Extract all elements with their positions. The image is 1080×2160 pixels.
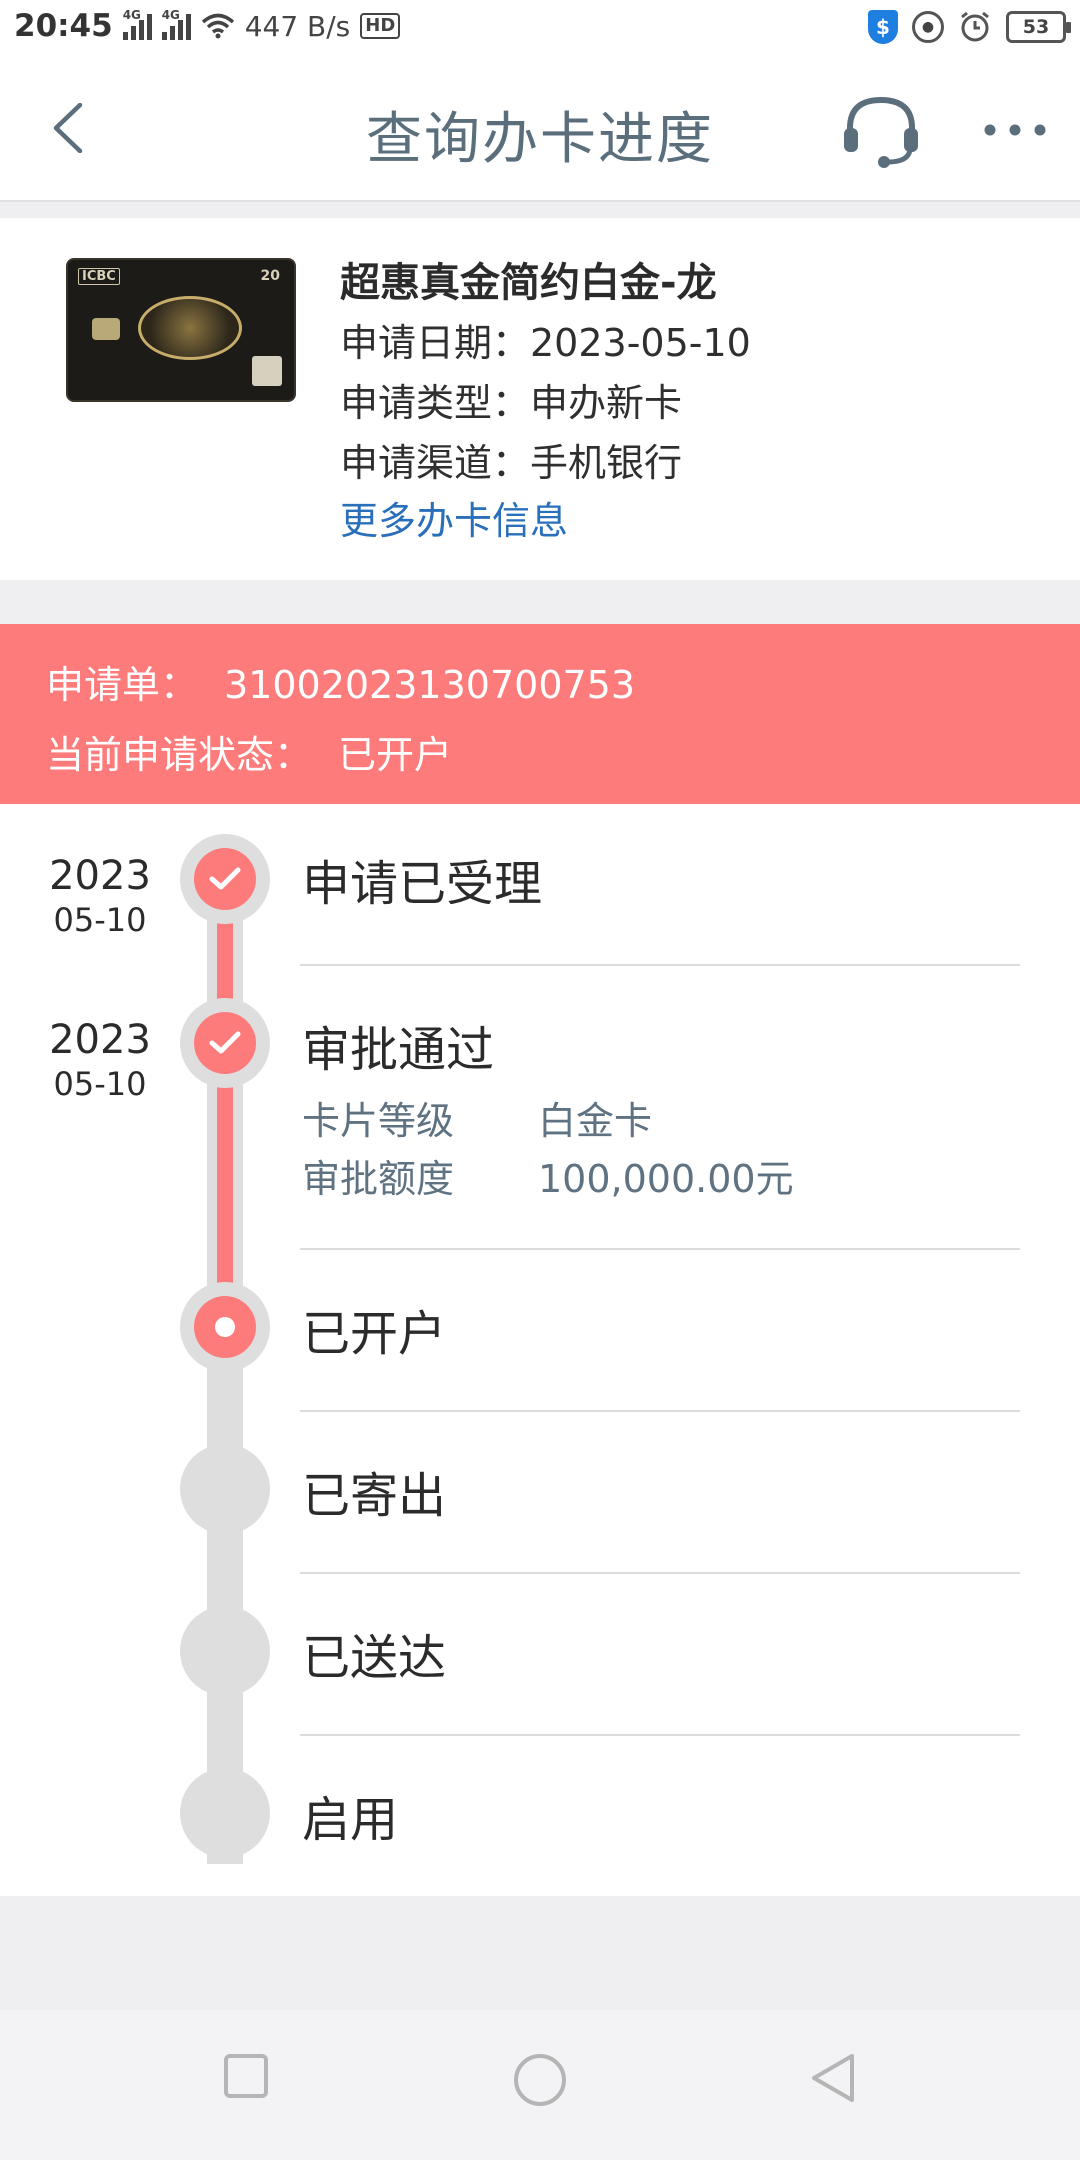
signal-icon: 4G — [161, 8, 191, 40]
step-node-pending — [180, 1444, 270, 1534]
network-type-label: 4G — [122, 8, 141, 22]
customer-service-headset-icon[interactable] — [842, 94, 920, 168]
step-divider — [300, 964, 1020, 966]
step-node-pending — [180, 1606, 270, 1696]
step-node-done — [180, 998, 270, 1088]
application-status-banner: 申请单： 31002023130700753 当前申请状态： 已开户 — [0, 624, 1080, 804]
signal-icon: 4G — [122, 8, 152, 40]
step-monthday: 05-10 — [53, 901, 147, 939]
security-shield-icon: $ — [868, 10, 898, 44]
step-title: 已开户 — [302, 1306, 447, 1362]
apply-type: 申请类型：申办新卡 — [340, 381, 683, 425]
dragon-emblem-icon — [138, 296, 242, 360]
recent-apps-icon[interactable] — [222, 2052, 270, 2100]
battery-icon: 53 — [1006, 11, 1071, 43]
status-bar: 20:45 4G 4G 447 B/s HD $ ● 53 — [0, 0, 1080, 56]
step-divider — [300, 1734, 1020, 1736]
detail-key: 卡片等级 — [302, 1099, 455, 1143]
step-divider — [300, 1248, 1020, 1250]
detail-value: 100,000.00元 — [538, 1157, 794, 1201]
card-badge: 20 — [260, 268, 280, 284]
card-info-panel: ICBC 20 超惠真金简约白金-龙 申请日期：2023-05-10 申请类型：… — [0, 218, 1080, 580]
timeline-progress-track — [217, 864, 233, 1326]
approved-limit-row: 审批额度 100,000.00元 — [302, 1148, 794, 1203]
network-speed: 447 B/s — [244, 9, 351, 43]
current-dot-icon — [215, 1317, 235, 1337]
step-title: 已寄出 — [302, 1468, 447, 1524]
step-year: 2023 — [49, 1017, 151, 1063]
application-status-row: 当前申请状态： 已开户 — [46, 724, 452, 779]
application-number-value: 31002023130700753 — [224, 663, 636, 707]
step-title: 审批通过 — [302, 1022, 495, 1078]
apply-date: 申请日期：2023-05-10 — [340, 321, 751, 365]
bank-logo-icon: ICBC — [78, 268, 120, 285]
application-number-row: 申请单： 31002023130700753 — [46, 654, 635, 709]
more-card-info-link[interactable]: 更多办卡信息 — [340, 490, 568, 545]
check-icon — [209, 867, 241, 890]
step-node-done — [180, 834, 270, 924]
step-title: 启用 — [302, 1792, 399, 1848]
hd-icon: HD — [360, 13, 401, 39]
application-status-label: 当前申请状态： — [46, 733, 313, 777]
alarm-icon — [961, 11, 989, 42]
back-triangle-icon[interactable] — [808, 2052, 858, 2104]
application-status-value: 已开户 — [338, 733, 453, 777]
lock-rotation-icon: ● — [912, 11, 944, 43]
system-navigation-bar — [0, 2010, 1080, 2160]
card-level-row: 卡片等级 白金卡 — [302, 1090, 652, 1145]
step-year: 2023 — [49, 853, 151, 899]
step-node-current — [180, 1282, 270, 1372]
card-product-name: 超惠真金简约白金-龙 — [340, 260, 717, 306]
header: 查询办卡进度 — [0, 56, 1080, 202]
step-monthday: 05-10 — [53, 1065, 147, 1103]
detail-key: 审批额度 — [302, 1157, 455, 1201]
check-icon — [209, 1031, 241, 1054]
status-time: 20:45 — [14, 8, 113, 44]
home-icon[interactable] — [512, 2052, 568, 2108]
status-left: 20:45 4G 4G 447 B/s HD — [14, 8, 401, 44]
more-dots-icon[interactable] — [980, 120, 1050, 140]
detail-value: 白金卡 — [538, 1099, 653, 1143]
step-date: 2023 05-10 — [20, 852, 180, 940]
card-brand-icon — [252, 356, 282, 386]
card-image: ICBC 20 — [66, 258, 296, 402]
step-title: 已送达 — [302, 1630, 447, 1686]
card-chip-icon — [92, 318, 120, 340]
wifi-icon — [201, 13, 234, 39]
step-node-pending — [180, 1768, 270, 1858]
apply-channel: 申请渠道：手机银行 — [340, 441, 683, 485]
step-divider — [300, 1410, 1020, 1412]
step-divider — [300, 1572, 1020, 1574]
network-type-label: 4G — [161, 8, 180, 22]
step-date: 2023 05-10 — [20, 1016, 180, 1104]
progress-timeline: 2023 05-10 申请已受理 2023 05-10 审批通过 卡片等级 白金卡… — [0, 804, 1080, 1896]
status-right: $ ● 53 — [868, 10, 1071, 44]
step-title: 申请已受理 — [302, 856, 543, 912]
application-number-label: 申请单： — [46, 663, 199, 707]
